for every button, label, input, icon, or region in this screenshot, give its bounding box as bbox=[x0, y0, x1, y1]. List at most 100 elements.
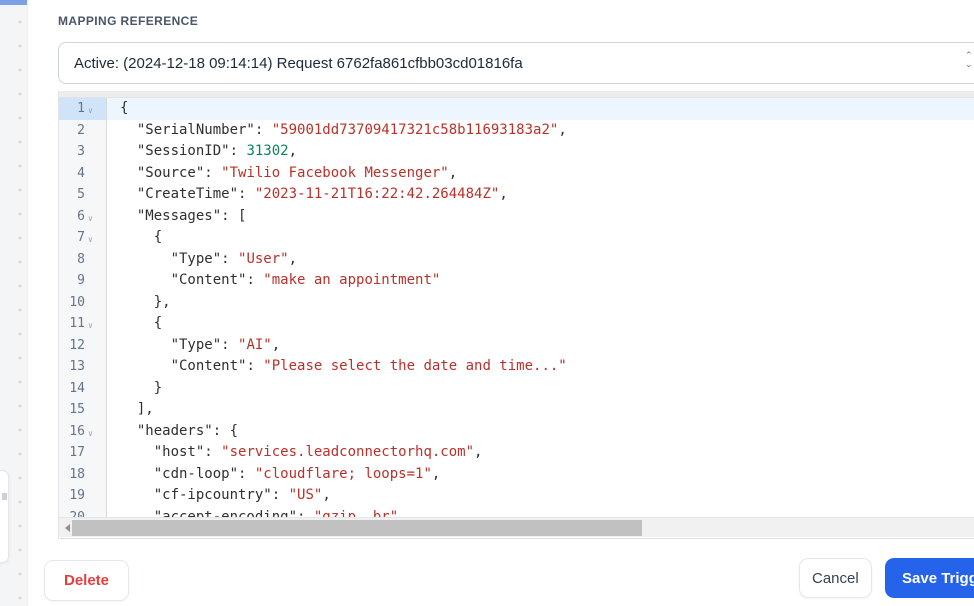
code-line[interactable]: 2 "SerialNumber": "59001dd73709417321c58… bbox=[59, 119, 974, 141]
code-line[interactable]: 5 "CreateTime": "2023-11-21T16:22:42.264… bbox=[59, 184, 974, 206]
line-number-gutter: 2 bbox=[59, 119, 107, 141]
line-number: 13 bbox=[69, 359, 85, 374]
code-text: "cf-ipcountry": "US", bbox=[153, 487, 331, 503]
line-number: 14 bbox=[69, 380, 85, 396]
code-text: } bbox=[120, 379, 163, 396]
delete-button[interactable]: Delete bbox=[44, 560, 130, 601]
chevron-down-icon[interactable]: ∨ bbox=[88, 208, 93, 230]
line-number-gutter: 18 bbox=[59, 463, 107, 485]
code-text: "Type": "AI", bbox=[170, 336, 281, 353]
line-number: 11 bbox=[69, 316, 85, 331]
line-number: 20 bbox=[69, 509, 85, 518]
line-number-gutter: 13 bbox=[59, 356, 107, 378]
line-number: 2 bbox=[77, 122, 85, 138]
code-line[interactable]: 6 ∨ "Messages": [ bbox=[59, 205, 974, 230]
line-number: 10 bbox=[69, 294, 85, 310]
line-number-gutter: 16 ∨ bbox=[59, 420, 107, 445]
cancel-button[interactable]: Cancel bbox=[799, 558, 872, 598]
chevron-down-icon[interactable]: ∨ bbox=[88, 423, 93, 445]
code-text: { bbox=[120, 315, 163, 331]
request-select[interactable]: Active: (2024-12-18 09:14:14) Request 67… bbox=[58, 42, 974, 84]
line-number: 3 bbox=[77, 144, 85, 159]
line-number-gutter: 15 bbox=[59, 399, 107, 421]
line-number-gutter: 1 ∨ bbox=[59, 98, 107, 120]
code-text: "Type": "User", bbox=[170, 250, 298, 267]
code-text: "Content": "make an appointment" bbox=[170, 272, 441, 288]
code-line[interactable]: 20 "accept-encoding": "gzip, br", bbox=[59, 506, 974, 518]
line-number-gutter: 12 bbox=[59, 334, 107, 356]
line-number: 15 bbox=[69, 402, 85, 417]
line-number-gutter: 10 bbox=[59, 291, 107, 313]
code-text: "accept-encoding": "gzip, br", bbox=[153, 508, 407, 518]
line-number-gutter: 14 bbox=[59, 377, 107, 399]
workflow-node-accent-bar bbox=[0, 0, 27, 5]
line-number-gutter: 20 bbox=[59, 506, 107, 518]
code-text: "cdn-loop": "cloudflare; loops=1", bbox=[153, 465, 441, 482]
code-line[interactable]: 4 "Source": "Twilio Facebook Messenger", bbox=[59, 162, 974, 184]
code-text: "host": "services.leadconnectorhq.com", bbox=[153, 444, 483, 460]
workflow-node-card[interactable] bbox=[0, 470, 9, 563]
code-text: ], bbox=[120, 401, 154, 417]
line-number: 8 bbox=[77, 251, 85, 267]
line-number-gutter: 5 bbox=[59, 184, 107, 206]
code-line[interactable]: 8 "Type": "User", bbox=[59, 248, 974, 270]
code-line[interactable]: 7 ∨ { bbox=[59, 227, 974, 249]
code-line[interactable]: 16 ∨ "headers": { bbox=[59, 420, 974, 445]
code-line[interactable]: 10 }, bbox=[59, 291, 974, 313]
request-select-value: Active: (2024-12-18 09:14:14) Request 67… bbox=[74, 54, 523, 72]
workflow-canvas-strip bbox=[0, 0, 27, 606]
editor-top-strip bbox=[59, 91, 974, 98]
chevron-down-icon[interactable]: ∨ bbox=[88, 229, 93, 251]
code-viewport[interactable]: 1 ∨{2 "SerialNumber": "59001dd73709417321… bbox=[59, 98, 974, 517]
code-text: { bbox=[107, 98, 974, 120]
code-text: "headers": { bbox=[136, 422, 239, 439]
code-line[interactable]: 1 ∨{ bbox=[59, 98, 974, 120]
line-number: 6 bbox=[77, 208, 85, 224]
chevron-down-icon[interactable]: ∨ bbox=[88, 315, 93, 337]
line-number: 9 bbox=[77, 273, 85, 288]
mapping-reference-panel: MAPPING REFERENCE Active: (2024-12-18 09… bbox=[27, 0, 974, 606]
chevron-updown-icon: ⌃ ⌄ bbox=[965, 50, 973, 69]
save-trigger-button[interactable]: Save Trigger bbox=[885, 558, 974, 598]
code-text: "CreateTime": "2023-11-21T16:22:42.26448… bbox=[136, 186, 508, 202]
chevron-down-icon[interactable]: ∨ bbox=[88, 100, 93, 122]
line-number: 12 bbox=[69, 337, 85, 353]
horizontal-scrollbar[interactable] bbox=[59, 517, 974, 537]
code-line[interactable]: 9 "Content": "make an appointment" bbox=[59, 270, 974, 292]
line-number-gutter: 4 bbox=[59, 162, 107, 184]
line-number: 16 bbox=[69, 423, 85, 439]
code-line[interactable]: 12 "Type": "AI", bbox=[59, 334, 974, 356]
line-number: 1 bbox=[77, 101, 85, 116]
line-number: 4 bbox=[77, 165, 85, 181]
scrollbar-thumb[interactable] bbox=[72, 520, 642, 536]
code-line[interactable]: 19 "cf-ipcountry": "US", bbox=[59, 485, 974, 507]
mapping-reference-label: MAPPING REFERENCE bbox=[58, 14, 199, 28]
code-text: "Messages": [ bbox=[136, 207, 247, 224]
line-number-gutter: 7 ∨ bbox=[59, 227, 107, 249]
line-number: 18 bbox=[69, 466, 85, 482]
json-editor[interactable]: 1 ∨{2 "SerialNumber": "59001dd73709417321… bbox=[58, 91, 974, 539]
line-number-gutter: 11 ∨ bbox=[59, 313, 107, 335]
code-line[interactable]: 14 } bbox=[59, 377, 974, 399]
code-line[interactable]: 13 "Content": "Please select the date an… bbox=[59, 356, 974, 378]
line-number: 17 bbox=[69, 445, 85, 460]
line-number-gutter: 6 ∨ bbox=[59, 205, 107, 230]
line-number-gutter: 8 bbox=[59, 248, 107, 270]
line-number-gutter: 3 bbox=[59, 141, 107, 163]
code-line[interactable]: 11 ∨ { bbox=[59, 313, 974, 335]
code-text: "SessionID": 31302, bbox=[136, 143, 298, 159]
line-number-gutter: 19 bbox=[59, 485, 107, 507]
code-text: "Source": "Twilio Facebook Messenger", bbox=[136, 164, 458, 181]
line-number-gutter: 9 bbox=[59, 270, 107, 292]
node-text-fragment bbox=[2, 493, 7, 500]
code-text: }, bbox=[120, 293, 171, 310]
code-line[interactable]: 17 "host": "services.leadconnectorhq.com… bbox=[59, 442, 974, 464]
line-number-gutter: 17 bbox=[59, 442, 107, 464]
line-number: 19 bbox=[69, 488, 85, 503]
code-line[interactable]: 3 "SessionID": 31302, bbox=[59, 141, 974, 163]
code-line[interactable]: 18 "cdn-loop": "cloudflare; loops=1", bbox=[59, 463, 974, 485]
line-number: 5 bbox=[77, 187, 85, 202]
code-text: "Content": "Please select the date and t… bbox=[170, 358, 567, 374]
code-text: "SerialNumber": "59001dd73709417321c58b1… bbox=[136, 121, 567, 138]
code-line[interactable]: 15 ], bbox=[59, 399, 974, 421]
